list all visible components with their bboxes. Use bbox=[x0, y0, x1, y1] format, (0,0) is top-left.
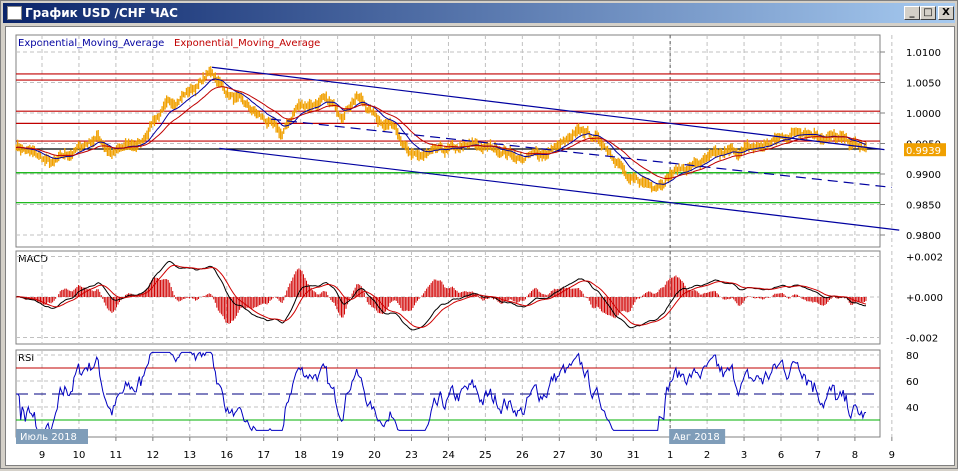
x-tick-label: 19 bbox=[331, 450, 344, 461]
x-tick-label: 20 bbox=[368, 450, 381, 461]
title-bar: График USD /CHF ЧАС bbox=[3, 3, 955, 23]
price-axis-label: 0.9850 bbox=[906, 201, 941, 212]
macd-axis-label: +0.002 bbox=[906, 253, 943, 264]
macd-title: MACD bbox=[18, 254, 48, 265]
x-tick-label: 7 bbox=[815, 450, 821, 461]
current-price-label: 0.9939 bbox=[906, 146, 941, 157]
x-tick-label: 16 bbox=[220, 450, 233, 461]
price-axis-label: 1.0100 bbox=[906, 48, 941, 59]
month-label: Июль 2018 bbox=[20, 432, 77, 443]
x-tick-label: 1 bbox=[667, 450, 673, 461]
x-tick-label: 25 bbox=[479, 450, 492, 461]
rsi-axis-label: 40 bbox=[906, 403, 919, 414]
macd-histogram bbox=[17, 268, 867, 324]
rsi-axis-label: 80 bbox=[906, 351, 919, 362]
x-tick-label: 27 bbox=[553, 450, 566, 461]
chart-app-icon bbox=[7, 6, 22, 20]
x-tick-label: 26 bbox=[516, 450, 529, 461]
legend-ema-blue: Exponential_Moving_Average bbox=[18, 38, 164, 49]
close-button[interactable]: X bbox=[938, 6, 954, 20]
x-tick-label: 23 bbox=[405, 450, 418, 461]
chart-window: График USD /CHF ЧАС _ □ X Exponential_Mo… bbox=[0, 0, 958, 469]
price-axis-label: 1.0000 bbox=[906, 109, 941, 120]
macd-axis-label: +0.000 bbox=[906, 293, 943, 304]
window-title: График USD /CHF ЧАС bbox=[25, 6, 178, 20]
rsi-axis-label: 60 bbox=[906, 377, 919, 388]
x-tick-label: 2 bbox=[704, 450, 710, 461]
x-tick-label: 11 bbox=[110, 450, 123, 461]
maximize-button[interactable]: □ bbox=[920, 6, 936, 20]
legend-ema-red: Exponential_Moving_Average bbox=[174, 38, 320, 49]
x-tick-label: 9 bbox=[39, 450, 45, 461]
x-tick-label: 12 bbox=[146, 450, 159, 461]
x-tick-label: 8 bbox=[852, 450, 858, 461]
x-tick-label: 9 bbox=[889, 450, 895, 461]
x-tick-label: 17 bbox=[257, 450, 270, 461]
price-axis-label: 0.9800 bbox=[906, 231, 941, 242]
ema-slow-line bbox=[16, 86, 867, 180]
price-axis-label: 0.9900 bbox=[906, 170, 941, 181]
x-tick-label: 6 bbox=[778, 450, 784, 461]
x-tick-label: 3 bbox=[741, 450, 747, 461]
rsi-line bbox=[16, 351, 867, 432]
minimize-button[interactable]: _ bbox=[904, 6, 920, 20]
macd-axis-label: -0.002 bbox=[906, 334, 938, 345]
month-label: Авг 2018 bbox=[673, 432, 720, 443]
x-tick-label: 30 bbox=[590, 450, 603, 461]
price-axis-label: 1.0050 bbox=[906, 79, 941, 90]
x-tick-label: 10 bbox=[73, 450, 86, 461]
x-tick-label: 24 bbox=[442, 450, 455, 461]
chart-area[interactable]: Exponential_Moving_Average Exponential_M… bbox=[5, 26, 955, 466]
x-tick-label: 13 bbox=[183, 450, 196, 461]
x-tick-label: 31 bbox=[627, 450, 640, 461]
price-bars bbox=[15, 66, 867, 193]
chart-svg[interactable]: Exponential_Moving_Average Exponential_M… bbox=[6, 27, 956, 467]
x-tick-label: 18 bbox=[294, 450, 307, 461]
